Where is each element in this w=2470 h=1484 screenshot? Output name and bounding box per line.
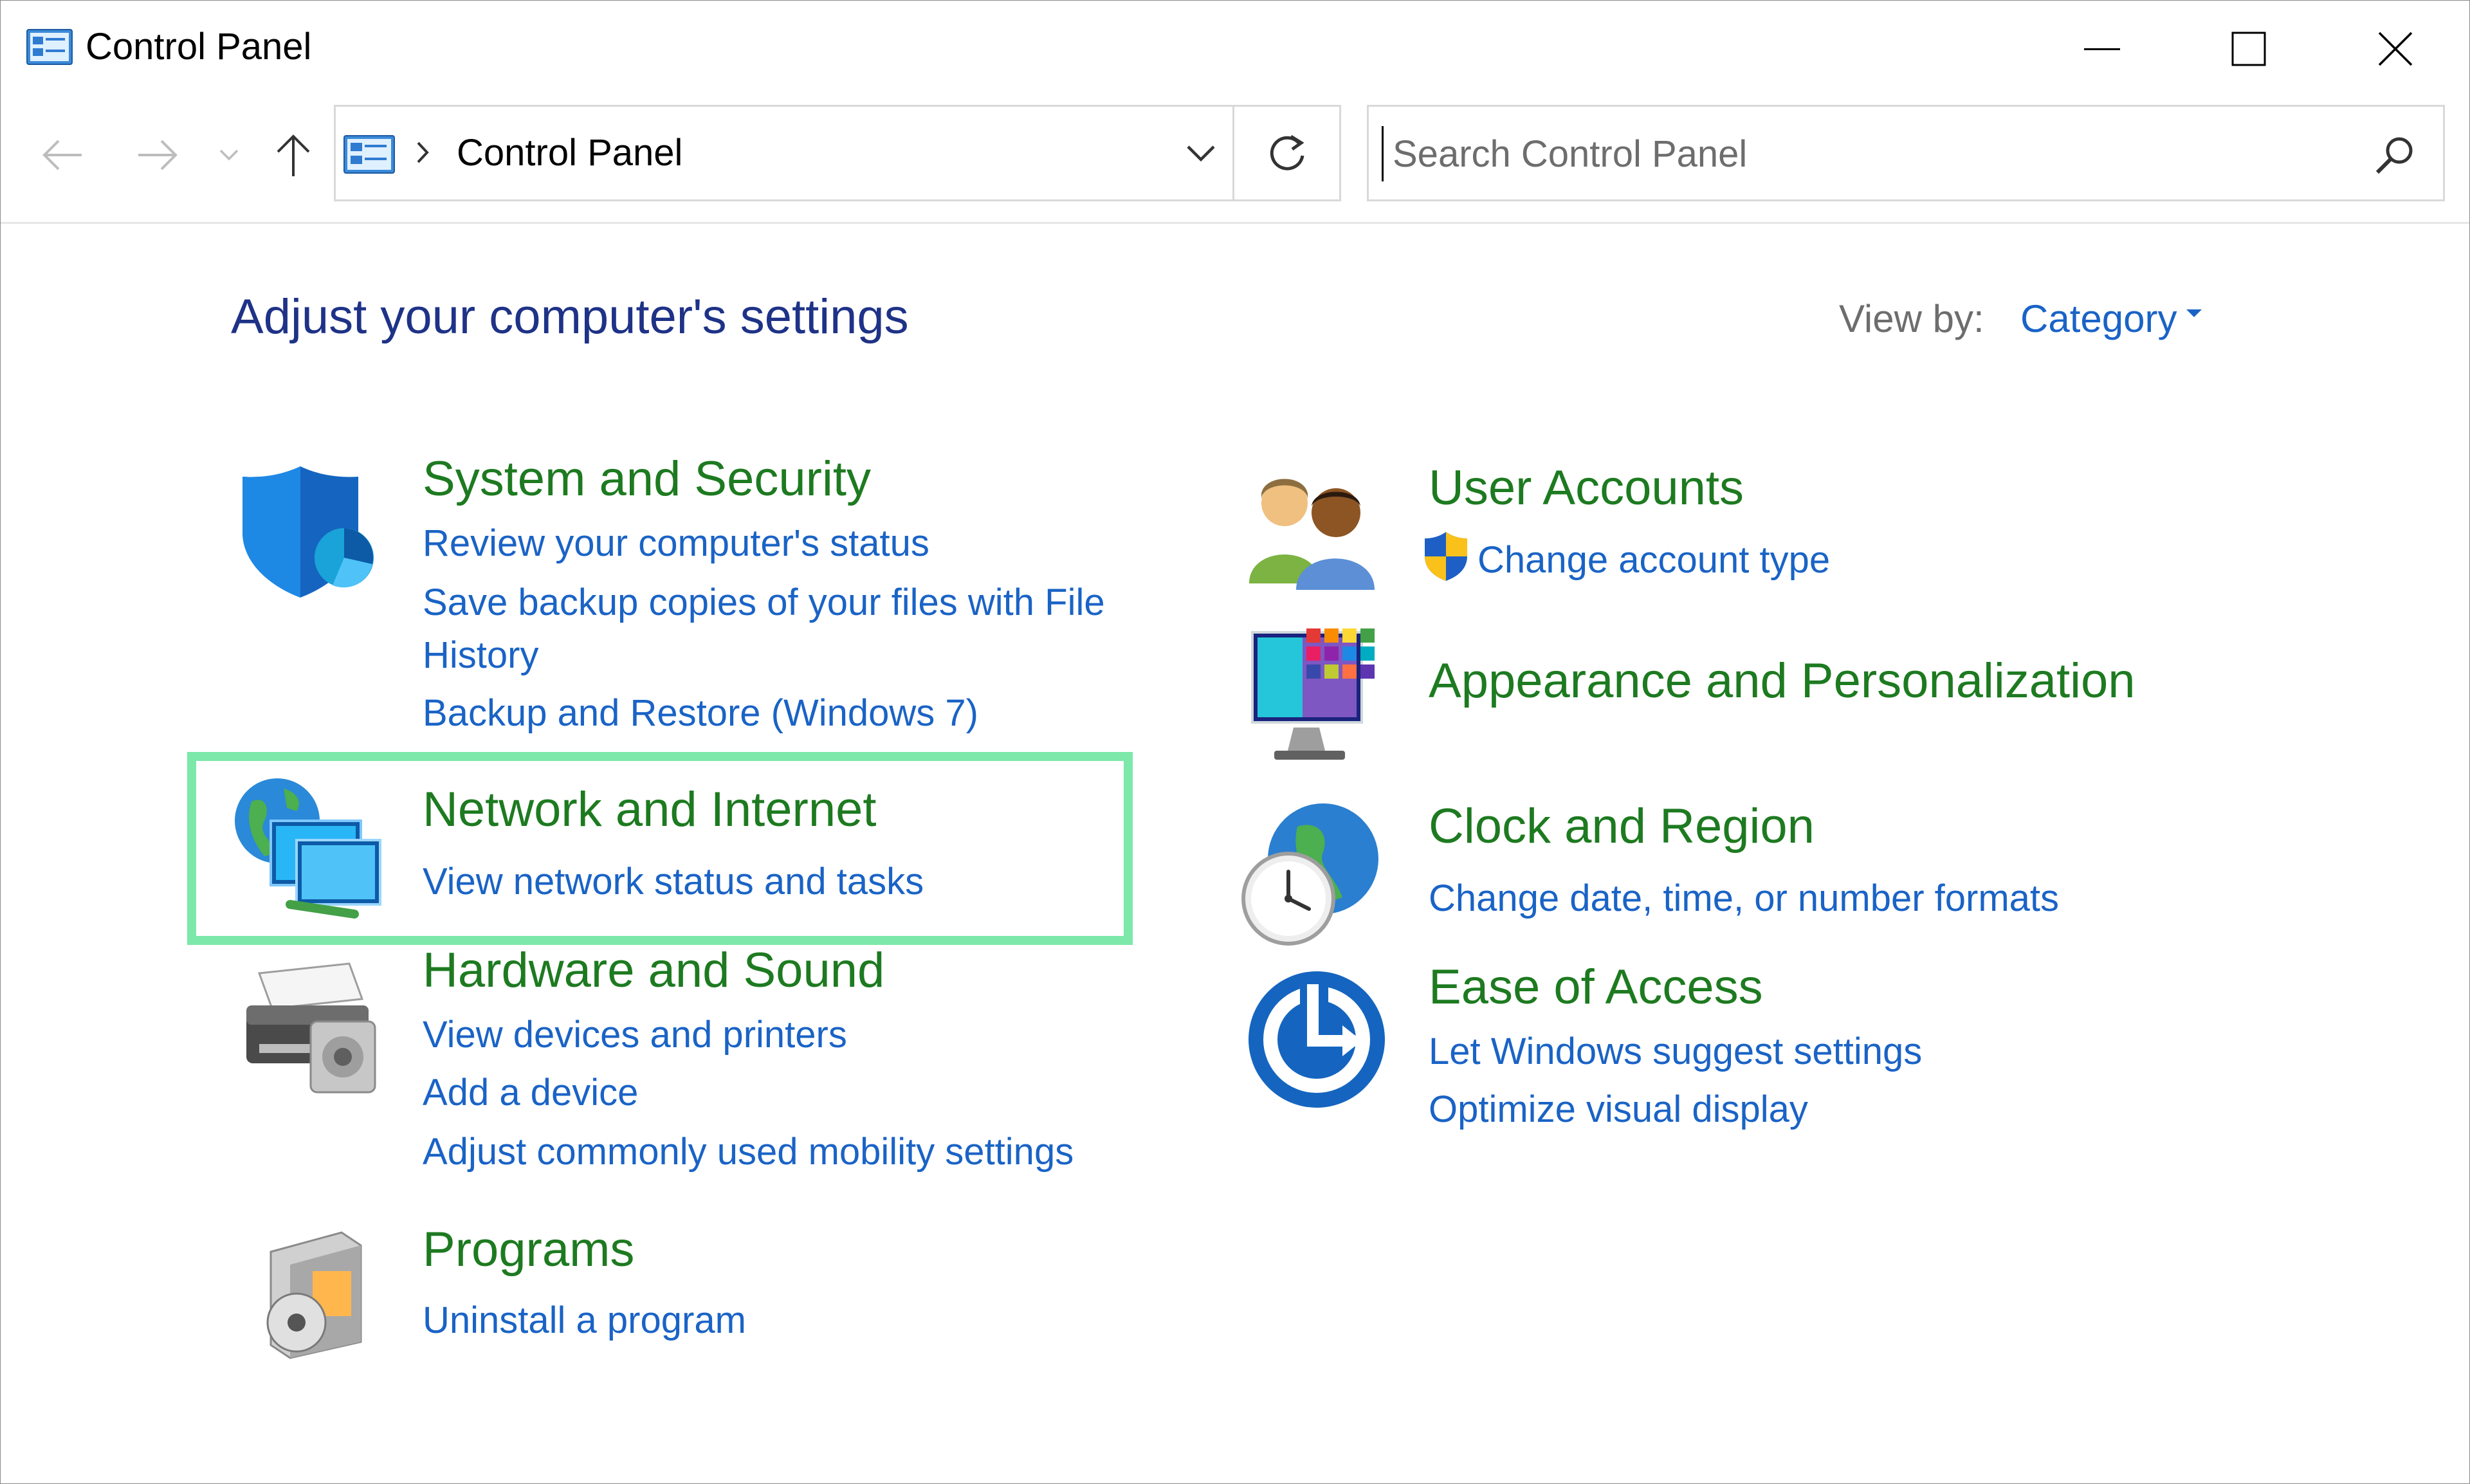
link-review-computer-status[interactable]: Review your computer's status [423, 522, 929, 565]
programs-icon[interactable] [252, 1226, 380, 1361]
forward-arrow-icon [138, 140, 178, 170]
search-input[interactable] [1382, 126, 2346, 181]
user-accounts-icon[interactable] [1246, 468, 1387, 590]
category-clock-and-region[interactable]: Clock and Region [1429, 798, 1815, 854]
category-ease-of-access[interactable]: Ease of Access [1429, 959, 1763, 1015]
chevron-down-icon [1187, 145, 1215, 162]
refresh-icon [1270, 134, 1304, 170]
maximize-button[interactable] [2175, 1, 2323, 97]
link-change-account-type[interactable]: Change account type [1477, 538, 1830, 582]
search-box[interactable] [1367, 105, 2445, 201]
printer-icon[interactable] [233, 960, 388, 1102]
link-let-windows-suggest-settings[interactable]: Let Windows suggest settings [1429, 1030, 1922, 1073]
link-change-date-time-formats[interactable]: Change date, time, or number formats [1429, 877, 2059, 920]
uac-shield-icon [1425, 532, 1467, 581]
shield-icon[interactable] [236, 461, 384, 603]
back-button[interactable] [26, 123, 97, 187]
link-optimize-visual-display[interactable]: Optimize visual display [1429, 1088, 1808, 1131]
category-programs[interactable]: Programs [423, 1222, 634, 1278]
category-hardware-and-sound[interactable]: Hardware and Sound [423, 942, 884, 998]
appearance-monitor-icon[interactable] [1249, 625, 1394, 770]
link-uninstall-program[interactable]: Uninstall a program [423, 1299, 746, 1342]
refresh-button[interactable] [1234, 105, 1341, 201]
category-system-and-security[interactable]: System and Security [423, 451, 871, 507]
breadcrumb-control-panel[interactable]: Control Panel [457, 131, 682, 174]
link-save-backup-copies[interactable]: Save backup copies of your files with Fi… [423, 581, 1105, 624]
maximize-icon [2231, 32, 2266, 66]
minimize-icon [2084, 48, 2120, 50]
category-appearance-and-personalization[interactable]: Appearance and Personalization [1429, 653, 2136, 709]
address-dropdown-button[interactable] [1166, 107, 1236, 199]
close-button[interactable] [2321, 1, 2469, 97]
link-view-devices-printers[interactable]: View devices and printers [423, 1013, 847, 1056]
toolbar-divider [1, 222, 2469, 224]
view-by-dropdown[interactable]: Category [2020, 297, 2177, 341]
address-bar[interactable]: Control Panel [334, 105, 1234, 201]
control-panel-window: Control Panel Control Panel Search Contr… [0, 0, 2470, 1484]
control-panel-icon [343, 135, 395, 174]
network-and-internet-highlight [187, 752, 1133, 945]
up-arrow-icon [277, 134, 310, 176]
link-adjust-mobility-settings[interactable]: Adjust commonly used mobility settings [423, 1130, 1074, 1173]
page-title: Adjust your computer's settings [231, 289, 909, 344]
clock-globe-icon[interactable] [1240, 801, 1394, 949]
window-title: Control Panel [86, 26, 312, 68]
title-bar: Control Panel [1, 1, 2469, 97]
up-button[interactable] [258, 123, 329, 187]
forward-button[interactable] [123, 123, 194, 187]
view-by-label: View by: [1839, 297, 1984, 340]
control-panel-icon [26, 29, 73, 65]
chevron-down-icon [219, 149, 239, 161]
link-save-backup-copies-cont[interactable]: History [423, 634, 538, 677]
ease-of-access-icon[interactable] [1246, 969, 1387, 1110]
link-backup-and-restore[interactable]: Backup and Restore (Windows 7) [423, 692, 978, 735]
category-user-accounts[interactable]: User Accounts [1429, 460, 1744, 516]
back-arrow-icon [42, 140, 82, 170]
close-icon [2378, 32, 2413, 66]
minimize-button[interactable] [2028, 1, 2176, 97]
view-by-dropdown-arrow-icon[interactable] [2186, 309, 2202, 317]
recent-locations-button[interactable] [194, 123, 264, 187]
search-icon[interactable] [2372, 133, 2417, 178]
link-add-a-device[interactable]: Add a device [423, 1071, 638, 1114]
breadcrumb-chevron-icon[interactable] [413, 136, 432, 169]
